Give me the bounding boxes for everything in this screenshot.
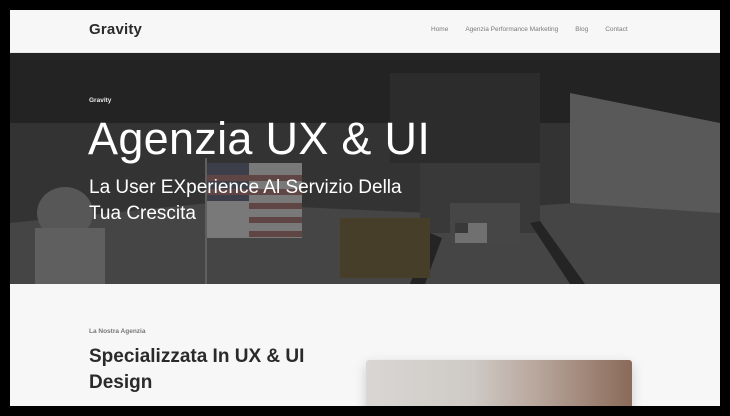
page-frame: Gravity Home Agenzia Performance Marketi… bbox=[10, 10, 720, 406]
hero-overlay bbox=[10, 53, 720, 284]
hero-kicker: Gravity bbox=[89, 97, 112, 104]
hero-title: Agenzia UX & UI bbox=[88, 113, 431, 164]
team-photo bbox=[366, 360, 632, 406]
hero-subtitle: La User EXperience Al Servizio Della Tua… bbox=[89, 177, 402, 224]
main-nav: Home Agenzia Performance Marketing Blog … bbox=[431, 26, 645, 33]
about-section: La Nostra Agenzia Specializzata In UX & … bbox=[10, 284, 720, 406]
about-title: Specializzata In UX & UI Design bbox=[89, 346, 305, 393]
site-header: Gravity Home Agenzia Performance Marketi… bbox=[10, 10, 720, 53]
site-logo[interactable]: Gravity bbox=[89, 21, 142, 38]
nav-contact[interactable]: Contact bbox=[605, 26, 627, 33]
nav-home[interactable]: Home bbox=[431, 26, 448, 33]
nav-performance-marketing[interactable]: Agenzia Performance Marketing bbox=[465, 26, 558, 33]
nav-blog[interactable]: Blog bbox=[575, 26, 588, 33]
hero-section: Gravity Agenzia UX & UI La User EXperien… bbox=[10, 53, 720, 284]
about-kicker: La Nostra Agenzia bbox=[89, 328, 146, 335]
